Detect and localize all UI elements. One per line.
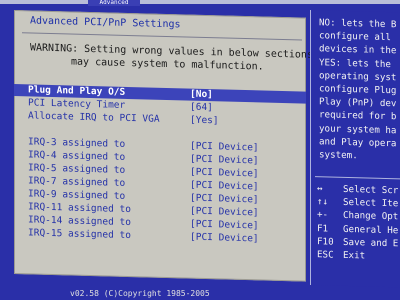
warning-text-line2: may cause system to malfunction. [71, 56, 264, 73]
setting-value[interactable]: [64] [190, 102, 213, 115]
setting-value[interactable]: [PCI Device] [190, 206, 259, 220]
setting-value[interactable]: [PCI Device] [190, 167, 259, 181]
setting-value[interactable]: [Yes] [190, 115, 219, 128]
top-strip [0, 0, 400, 4]
key-label: F10 [317, 235, 334, 248]
setting-label: IRQ-3 assigned to [28, 136, 126, 150]
setting-label: PCI Latency Timer [28, 97, 126, 111]
up-down-arrow-icon: ↑↓ [317, 196, 329, 208]
footer-copyright: v02.58 (C)Copyright 1985-2005 [70, 289, 210, 298]
help-text: NO: lets the B configure all devices in … [319, 17, 397, 162]
page-title: Advanced PCI/PnP Settings [30, 15, 181, 31]
settings-panel: Advanced PCI/PnP Settings WARNING: Setti… [14, 10, 313, 282]
left-right-arrow-icon: ↔ [317, 183, 323, 195]
key-label: F1 [317, 222, 329, 235]
key-label: ESC [317, 249, 334, 261]
setting-label: IRQ-7 assigned to [28, 175, 126, 189]
setting-value[interactable]: [PCI Device] [190, 141, 259, 155]
setting-value[interactable]: [PCI Device] [190, 180, 259, 194]
setting-value[interactable]: [No] [190, 89, 213, 102]
setting-value[interactable]: [PCI Device] [190, 193, 259, 207]
title-divider [22, 32, 302, 41]
setting-label: IRQ-15 assigned to [28, 227, 131, 242]
setting-value[interactable]: [PCI Device] [190, 232, 259, 246]
setting-label: IRQ-4 assigned to [28, 149, 126, 163]
setting-label: Allocate IRQ to PCI VGA [28, 110, 160, 125]
setting-label: Plug And Play O/S [28, 84, 126, 98]
help-panel: NO: lets the B configure all devices in … [310, 10, 400, 288]
key-legend: ↔ Select Scr ↑↓ Select Ite +- Change Opt F1… [317, 182, 398, 263]
key-exit: ESC Exit [317, 248, 398, 263]
setting-label: IRQ-5 assigned to [28, 162, 126, 176]
setting-value[interactable]: [PCI Device] [190, 154, 259, 168]
plus-minus-icon: +- [317, 209, 329, 221]
tab-advanced[interactable]: Advanced [88, 0, 140, 6]
help-divider [315, 176, 400, 180]
key-desc: Exit [343, 249, 366, 262]
setting-value[interactable]: [PCI Device] [190, 219, 259, 233]
setting-label: IRQ-9 assigned to [28, 188, 126, 202]
